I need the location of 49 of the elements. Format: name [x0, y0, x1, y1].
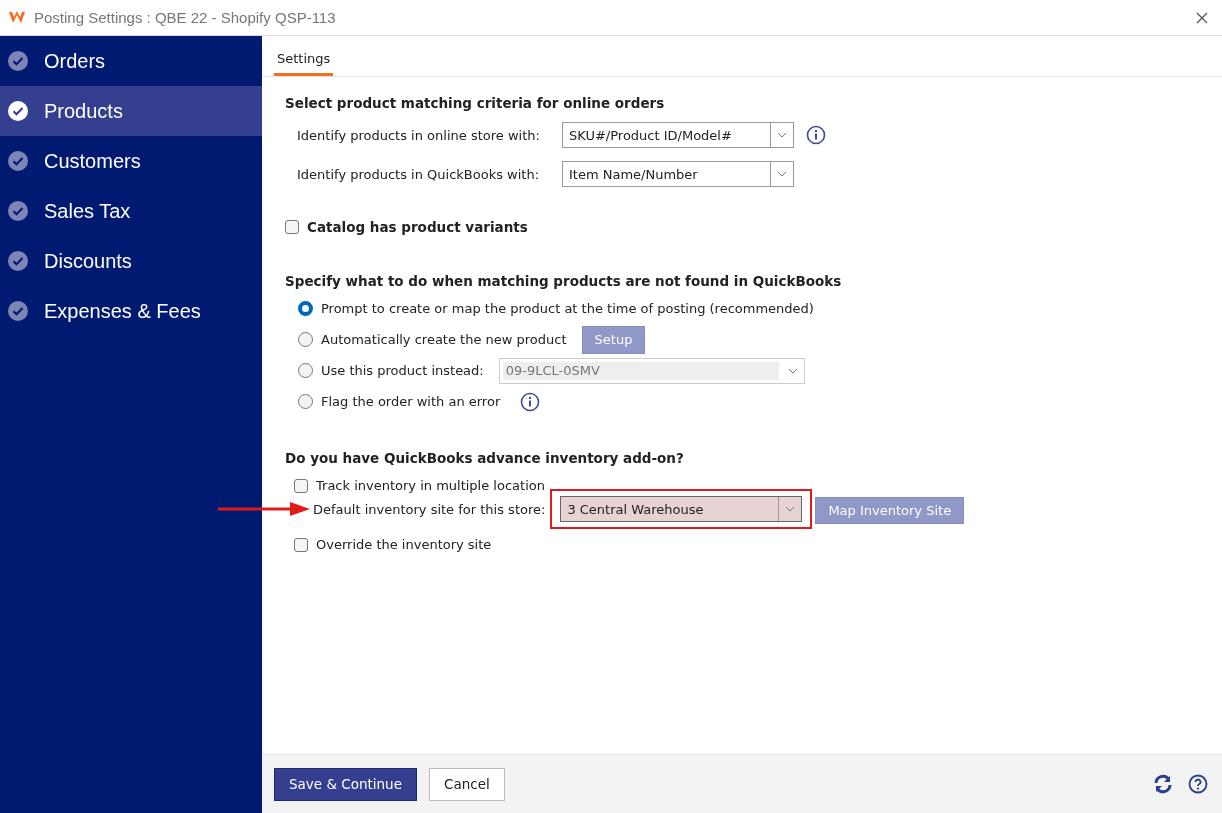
radio-button[interactable]	[298, 363, 313, 378]
chevron-down-icon	[777, 132, 787, 138]
save-button[interactable]: Save & Continue	[274, 767, 417, 801]
radio-label: Flag the order with an error	[321, 394, 501, 409]
check-circle-icon	[8, 51, 28, 71]
section-heading: Specify what to do when matching products are not found in QuickBooks	[285, 273, 843, 289]
chevron-down-icon	[785, 506, 796, 512]
checkbox[interactable]	[294, 537, 308, 552]
sidebar-item[interactable]: Discounts	[0, 236, 262, 286]
tab[interactable]: Settings	[274, 51, 334, 76]
help-icon[interactable]	[1188, 774, 1208, 794]
check-circle-icon	[8, 101, 28, 121]
section-heading: Do you have QuickBooks advance inventory add-on?	[285, 450, 685, 466]
chevron-down-icon	[777, 171, 787, 177]
sidebar-item[interactable]: Orders	[0, 36, 262, 86]
arrow-icon	[218, 502, 310, 516]
field-label: Identify products in online store with:	[296, 127, 541, 143]
check-circle-icon	[8, 251, 28, 271]
chevron-down-icon	[787, 367, 798, 374]
checkbox-label: Track inventory in multiple location	[316, 478, 545, 493]
check-circle-icon	[8, 301, 28, 321]
check-circle-icon	[8, 151, 28, 171]
check-circle-icon	[8, 201, 28, 221]
dropdown[interactable]: Item Name/Number	[562, 161, 794, 187]
sidebar-item[interactable]: Expenses & Fees	[0, 286, 262, 336]
checkbox-label: Catalog has product variants	[307, 219, 528, 235]
radio-button[interactable]	[298, 394, 313, 409]
radio-button[interactable]	[298, 332, 313, 347]
radio-label: Prompt to create or map the product at the time of posting (recommended)	[321, 301, 814, 316]
refresh-icon[interactable]	[1153, 774, 1173, 794]
info-icon[interactable]	[520, 391, 541, 412]
section-heading: Select product matching criteria for online orders	[285, 95, 666, 111]
cancel-button[interactable]: Cancel	[428, 767, 505, 801]
dropdown[interactable]: SKU#/Product ID/Model#	[562, 122, 794, 148]
sidebar-item[interactable]: Products	[0, 86, 262, 136]
checkbox-label: Override the inventory site	[316, 537, 492, 552]
radio-label: Use this product instead:	[321, 363, 484, 378]
checkbox[interactable]	[285, 220, 299, 234]
close-icon[interactable]	[1196, 11, 1208, 24]
radio-label: Automatically create the new product	[321, 332, 567, 347]
info-icon[interactable]	[806, 125, 826, 145]
checkbox[interactable]	[294, 478, 308, 493]
dropdown[interactable]: 3 Central Warehouse	[560, 496, 803, 522]
field-label: Identify products in QuickBooks with:	[296, 166, 541, 182]
sidebar-item[interactable]: Sales Tax	[0, 186, 262, 236]
field-label: Default inventory site for this store:	[313, 501, 546, 517]
radio-button[interactable]	[298, 301, 313, 316]
sidebar-item[interactable]: Customers	[0, 136, 262, 186]
window-title: Posting Settings : QBE 22 - Shopify QSP-113	[34, 9, 336, 26]
